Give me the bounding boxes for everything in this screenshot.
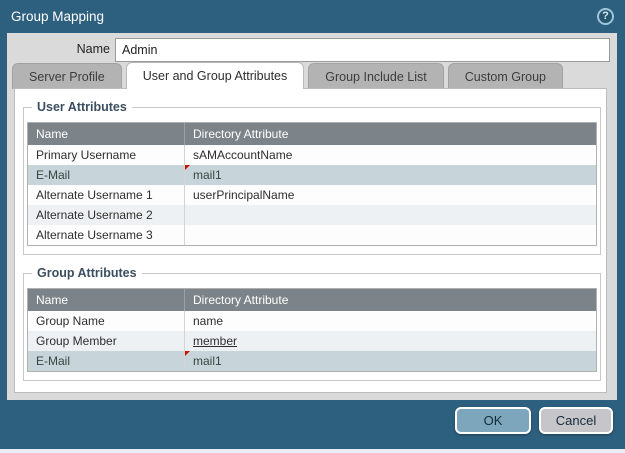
dialog-body: Name Server Profile User and Group Attri…: [7, 33, 617, 400]
table-header-row: Name Directory Attribute: [28, 289, 596, 311]
group-attributes-table: Name Directory Attribute Group Name name…: [27, 288, 597, 372]
cancel-button[interactable]: Cancel: [539, 407, 613, 434]
table-row[interactable]: Alternate Username 2: [28, 205, 596, 225]
name-input[interactable]: [115, 38, 610, 62]
tab-group-include-list[interactable]: Group Include List: [308, 63, 443, 89]
table-row[interactable]: E-Mail mail1: [28, 351, 596, 371]
attribute-name-cell: Alternate Username 1: [28, 185, 185, 205]
directory-attribute-cell[interactable]: member: [185, 331, 596, 351]
attribute-name-cell: Alternate Username 2: [28, 205, 185, 225]
directory-attribute-cell[interactable]: mail1: [185, 351, 596, 371]
dialog-titlebar: Group Mapping ?: [0, 0, 625, 33]
user-attributes-table: Name Directory Attribute Primary Usernam…: [27, 122, 597, 246]
table-row[interactable]: Group Name name: [28, 311, 596, 331]
ok-button[interactable]: OK: [455, 407, 531, 434]
modified-marker-icon: [185, 351, 190, 356]
directory-attribute-cell[interactable]: mail1: [185, 165, 596, 185]
user-attributes-legend: User Attributes: [32, 100, 132, 114]
table-header-row: Name Directory Attribute: [28, 123, 596, 145]
group-attributes-fieldset: Group Attributes Name Directory Attribut…: [23, 273, 601, 381]
column-header-directory-attribute: Directory Attribute: [185, 123, 596, 145]
name-row: Name: [7, 38, 617, 62]
directory-attribute-cell[interactable]: name: [185, 311, 596, 331]
group-mapping-dialog: Group Mapping ? Name Server Profile User…: [0, 0, 625, 449]
tab-custom-group[interactable]: Custom Group: [448, 63, 563, 89]
tab-user-and-group-attributes[interactable]: User and Group Attributes: [126, 62, 305, 89]
attribute-name-cell: E-Mail: [28, 165, 185, 185]
attribute-name-cell: Primary Username: [28, 145, 185, 165]
user-attributes-fieldset: User Attributes Name Directory Attribute…: [23, 107, 601, 255]
attribute-name-cell: Group Name: [28, 311, 185, 331]
table-row[interactable]: Alternate Username 1 userPrincipalName: [28, 185, 596, 205]
table-row[interactable]: Primary Username sAMAccountName: [28, 145, 596, 165]
member-attribute-link[interactable]: member: [193, 334, 237, 348]
table-row[interactable]: E-Mail mail1: [28, 165, 596, 185]
tab-bar: Server Profile User and Group Attributes…: [12, 62, 563, 89]
attribute-name-cell: Alternate Username 3: [28, 225, 185, 245]
directory-attribute-cell[interactable]: [185, 205, 596, 225]
name-label: Name: [7, 42, 110, 56]
table-row[interactable]: Group Member member: [28, 331, 596, 351]
column-header-name: Name: [28, 123, 185, 145]
help-icon[interactable]: ?: [597, 8, 614, 25]
table-row[interactable]: Alternate Username 3: [28, 225, 596, 245]
tab-content-panel: User Attributes Name Directory Attribute…: [14, 88, 607, 393]
directory-attribute-cell[interactable]: [185, 225, 596, 245]
attribute-name-cell: E-Mail: [28, 351, 185, 371]
group-attributes-legend: Group Attributes: [32, 266, 142, 280]
directory-attribute-cell[interactable]: sAMAccountName: [185, 145, 596, 165]
directory-attribute-cell[interactable]: userPrincipalName: [185, 185, 596, 205]
column-header-name: Name: [28, 289, 185, 311]
modified-marker-icon: [185, 165, 190, 170]
column-header-directory-attribute: Directory Attribute: [185, 289, 596, 311]
tab-server-profile[interactable]: Server Profile: [12, 63, 122, 89]
dialog-title: Group Mapping: [11, 9, 104, 24]
attribute-name-cell: Group Member: [28, 331, 185, 351]
